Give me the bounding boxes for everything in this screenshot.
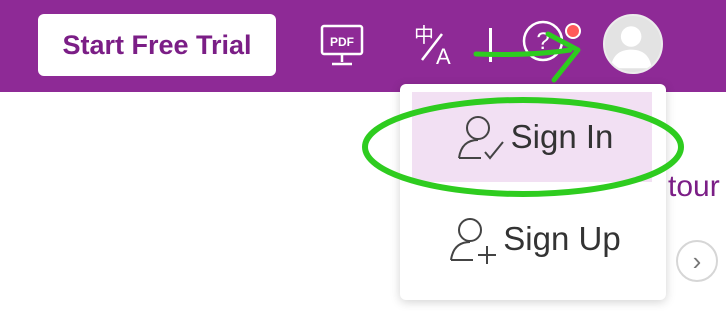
top-navbar: Start Free Trial PDF 中 A ?	[0, 0, 726, 92]
pdf-icon[interactable]: PDF	[318, 22, 366, 70]
annotation-arrow	[473, 31, 581, 83]
avatar-person-icon	[610, 26, 652, 69]
chevron-right-icon: ›	[692, 245, 702, 276]
translate-icon[interactable]: 中 A	[412, 20, 460, 68]
svg-text:中: 中	[414, 23, 434, 47]
svg-text:PDF: PDF	[330, 35, 354, 49]
user-plus-icon	[450, 218, 497, 264]
sign-up-label: Sign Up	[503, 220, 621, 257]
start-free-trial-button[interactable]: Start Free Trial	[38, 14, 276, 76]
annotation-ellipse	[362, 97, 684, 197]
svg-text:A: A	[436, 44, 451, 68]
user-avatar[interactable]	[603, 14, 663, 74]
tour-text: tour	[668, 170, 720, 203]
next-button[interactable]: ›	[676, 240, 718, 282]
sign-up-menu-item[interactable]: Sign Up	[412, 194, 652, 284]
